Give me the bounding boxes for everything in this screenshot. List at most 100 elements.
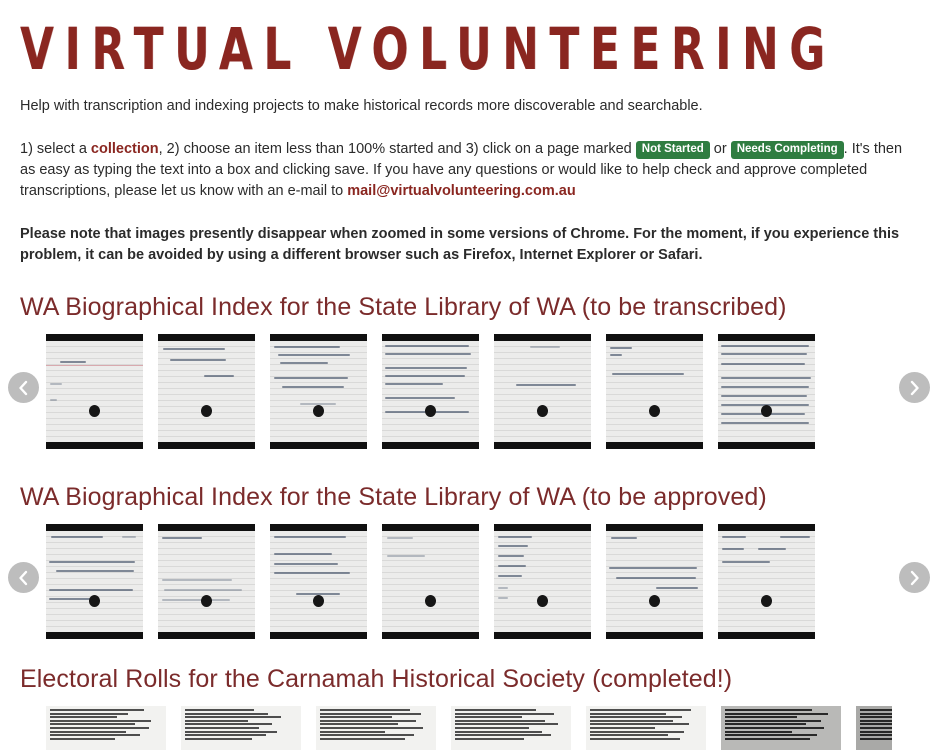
- handwriting-stroke: [50, 383, 62, 385]
- handwriting-stroke: [516, 384, 576, 386]
- roll-text-line: [590, 719, 673, 722]
- scan-edge-bottom: [46, 632, 143, 639]
- roll-text-line: [590, 716, 682, 719]
- carousel-prev-button-approve[interactable]: [8, 562, 39, 593]
- handwriting-stroke: [721, 422, 809, 424]
- status-badge-not-started: Not Started: [635, 141, 710, 159]
- roll-text-line: [455, 712, 554, 715]
- roll-text-line: [860, 737, 892, 740]
- roll-text-line: [50, 712, 129, 715]
- roll-text-line: [860, 734, 892, 737]
- status-badge-needs-completing: Needs Completing: [730, 141, 844, 159]
- handwriting-stroke: [609, 567, 697, 569]
- scan-marker-dot: [312, 595, 324, 608]
- roll-text-line: [455, 709, 536, 711]
- handwriting-stroke: [280, 362, 328, 364]
- handwriting-stroke: [274, 377, 348, 379]
- handwriting-stroke: [611, 537, 637, 539]
- chevron-right-icon: [910, 570, 919, 585]
- scan-edge-bottom: [718, 442, 815, 449]
- roll-text-line: [185, 716, 282, 719]
- roll-text-line: [455, 719, 545, 722]
- roll-text-line: [725, 734, 817, 737]
- thumbnail-electoral-roll[interactable]: [46, 706, 166, 750]
- roll-text-line: [320, 712, 421, 715]
- scan-edge-top: [270, 524, 367, 531]
- handwriting-stroke: [656, 587, 698, 589]
- roll-text-line: [725, 719, 822, 722]
- handwriting-stroke: [164, 589, 242, 591]
- carousel-prev-button-transcribe[interactable]: [8, 372, 39, 403]
- thumbnail-index-card[interactable]: [606, 524, 703, 639]
- card-surface: [494, 341, 591, 442]
- thumbnail-index-card[interactable]: [382, 334, 479, 449]
- roll-text-line: [185, 734, 266, 737]
- thumbnail-electoral-roll[interactable]: [586, 706, 706, 750]
- thumbnail-electoral-roll[interactable]: [316, 706, 436, 750]
- scan-edge-bottom: [718, 632, 815, 639]
- thumbnail-electoral-roll[interactable]: [451, 706, 571, 750]
- handwriting-stroke: [385, 367, 467, 369]
- thumbnail-index-card[interactable]: [718, 334, 815, 449]
- card-surface: [718, 531, 815, 632]
- thumbnail-electoral-roll[interactable]: [856, 706, 892, 750]
- handwriting-stroke: [610, 354, 622, 356]
- thumbnail-index-card[interactable]: [494, 524, 591, 639]
- scan-marker-dot: [648, 405, 660, 418]
- thumbnail-index-card[interactable]: [158, 524, 255, 639]
- roll-text-line: [725, 737, 811, 740]
- roll-text-line: [455, 730, 543, 733]
- carousel-next-button-transcribe[interactable]: [899, 372, 930, 403]
- section-title-electoral-rolls: Electoral Rolls for the Carnamah Histori…: [20, 665, 733, 693]
- roll-text-line: [50, 709, 145, 711]
- thumbnail-index-card[interactable]: [382, 524, 479, 639]
- thumbnail-index-card[interactable]: [158, 334, 255, 449]
- handwriting-stroke: [610, 347, 632, 349]
- card-surface: [270, 531, 367, 632]
- handwriting-stroke: [530, 346, 560, 348]
- handwriting-stroke: [50, 399, 57, 401]
- steps-part-1: 1) select a: [20, 141, 91, 157]
- intro-steps-text: 1) select a collection, 2) choose an ite…: [20, 117, 918, 202]
- roll-text-line: [590, 712, 667, 715]
- handwriting-stroke: [49, 561, 135, 563]
- scan-edge-top: [718, 334, 815, 341]
- collection-link[interactable]: collection: [91, 141, 159, 157]
- scan-edge-bottom: [158, 442, 255, 449]
- handwriting-stroke: [274, 536, 346, 538]
- section-title-transcribe: WA Biographical Index for the State Libr…: [20, 293, 787, 321]
- handwriting-stroke: [498, 575, 522, 577]
- roll-text-line: [50, 734, 140, 737]
- thumbnail-index-card[interactable]: [46, 524, 143, 639]
- roll-text-line: [860, 719, 892, 722]
- handwriting-stroke: [498, 587, 508, 589]
- handwriting-stroke: [274, 346, 340, 348]
- roll-text-line: [185, 730, 277, 733]
- thumbnail-index-card[interactable]: [270, 524, 367, 639]
- roll-text-line: [455, 716, 523, 719]
- handwriting-stroke: [721, 395, 807, 397]
- handwriting-stroke: [170, 359, 226, 361]
- roll-text-line: [320, 723, 399, 726]
- roll-text-line: [320, 709, 410, 711]
- handwriting-stroke: [122, 536, 136, 538]
- thumbnail-electoral-roll[interactable]: [181, 706, 301, 750]
- thumbnail-index-card[interactable]: [270, 334, 367, 449]
- chevron-left-icon: [19, 380, 28, 395]
- handwriting-stroke: [721, 353, 807, 355]
- thumbnail-index-card[interactable]: [46, 334, 143, 449]
- thumbnail-index-card[interactable]: [718, 524, 815, 639]
- scan-edge-bottom: [382, 632, 479, 639]
- section-wa-bio-index-transcribe: WA Biographical Index for the State Libr…: [0, 266, 938, 456]
- handwriting-stroke: [498, 565, 526, 567]
- email-link[interactable]: mail@virtualvolunteering.com.au: [347, 183, 575, 199]
- roll-text-line: [320, 716, 392, 719]
- thumbnail-strip-transcribe: [46, 334, 892, 456]
- handwriting-stroke: [60, 361, 86, 363]
- thumbnail-index-card[interactable]: [494, 334, 591, 449]
- thumbnail-electoral-roll[interactable]: [721, 706, 841, 750]
- roll-text-line: [50, 719, 151, 722]
- thumbnail-index-card[interactable]: [606, 334, 703, 449]
- handwriting-stroke: [722, 561, 770, 563]
- carousel-next-button-approve[interactable]: [899, 562, 930, 593]
